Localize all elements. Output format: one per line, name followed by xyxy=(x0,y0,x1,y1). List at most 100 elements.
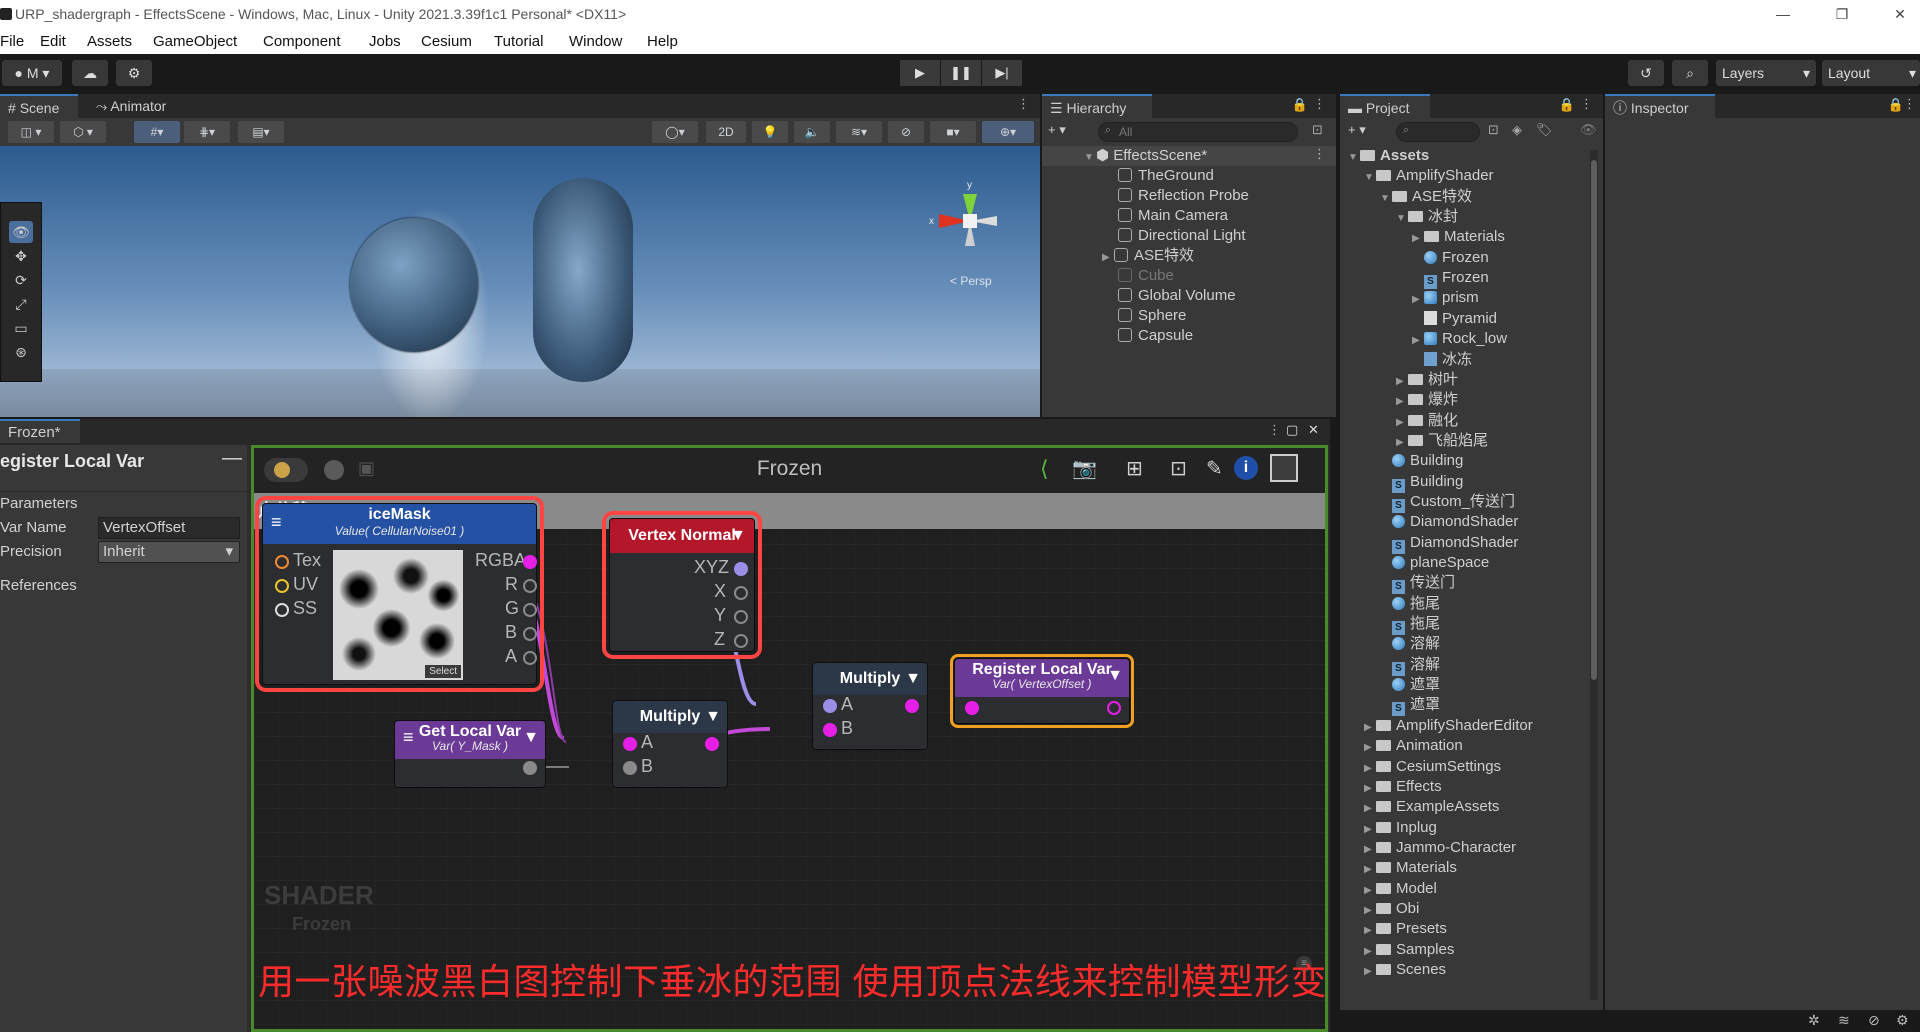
project-item[interactable]: ▶ Obi xyxy=(1364,899,1419,919)
frozen-capsule[interactable] xyxy=(533,178,633,382)
more-menu-icon[interactable]: ⋮ xyxy=(1313,146,1326,162)
menu-jobs[interactable]: Jobs xyxy=(369,29,401,54)
project-item[interactable]: ▶ Materials xyxy=(1364,858,1457,878)
filter-type-icon[interactable]: ◈ xyxy=(1512,122,1522,138)
project-item[interactable]: ▶ Effects xyxy=(1364,777,1442,797)
project-item[interactable]: 遮罩 xyxy=(1380,675,1440,695)
chevron-right-icon[interactable]: ▶ xyxy=(1364,901,1376,921)
project-item[interactable]: S 传送门 xyxy=(1380,573,1455,595)
tab-hierarchy[interactable]: ☰ Hierarchy xyxy=(1042,94,1152,118)
select-texture-button[interactable]: Select xyxy=(425,665,461,678)
lighting-toggle[interactable]: 💡 xyxy=(752,121,788,143)
port-uv[interactable] xyxy=(275,579,289,593)
more-menu-icon[interactable]: ⋮ xyxy=(1580,96,1593,112)
project-item[interactable]: ▶ Materials xyxy=(1412,227,1505,247)
menu-help[interactable]: Help xyxy=(647,29,678,54)
project-item[interactable]: ▶ Rock_low xyxy=(1412,329,1507,349)
pause-button[interactable]: ❚❚ xyxy=(941,60,981,86)
hierarchy-item[interactable]: Reflection Probe xyxy=(1118,186,1249,206)
project-item[interactable]: S DiamondShader xyxy=(1380,533,1518,554)
effects-toggle[interactable]: ≋▾ xyxy=(836,121,882,143)
chevron-right-icon[interactable]: ▶ xyxy=(1396,392,1408,412)
port-out[interactable] xyxy=(1107,701,1121,715)
tab-frozen[interactable]: Frozen* xyxy=(0,419,80,443)
menu-edit[interactable]: Edit xyxy=(40,29,66,54)
texture-preview[interactable]: Select xyxy=(333,550,463,680)
render-path-button[interactable]: ◯▾ xyxy=(652,121,698,143)
hierarchy-item[interactable]: Main Camera xyxy=(1118,206,1228,226)
project-item[interactable]: ▶ Presets xyxy=(1364,919,1447,939)
project-item[interactable]: ▶ Scenes xyxy=(1364,960,1446,980)
chevron-right-icon[interactable]: ▶ xyxy=(1364,779,1376,799)
view-tool-icon[interactable]: 👁 xyxy=(9,221,33,243)
node-icemask[interactable]: ≡ iceMask Value( CellularNoise01 ) Tex U… xyxy=(255,496,544,692)
project-item[interactable]: ▶ 树叶 xyxy=(1396,370,1458,390)
menu-file[interactable]: File xyxy=(0,29,24,54)
mode-2d-button[interactable]: 2D xyxy=(706,121,746,143)
chevron-right-icon[interactable]: ▶ xyxy=(1364,942,1376,962)
port-a[interactable] xyxy=(823,699,837,713)
project-item[interactable]: S Frozen xyxy=(1412,268,1489,290)
filter-label-icon[interactable]: 🏷 xyxy=(1536,122,1553,138)
hierarchy-item[interactable]: Directional Light xyxy=(1118,226,1246,246)
hierarchy-item[interactable]: Global Volume xyxy=(1118,286,1236,306)
hierarchy-item[interactable]: Capsule xyxy=(1118,326,1193,346)
lock-icon[interactable]: 🔒 xyxy=(1292,97,1308,113)
port-g[interactable] xyxy=(523,603,537,617)
lock-icon[interactable]: 🔒 xyxy=(1888,97,1904,113)
chevron-down-icon[interactable]: ▼ xyxy=(523,729,539,747)
more-menu-icon[interactable]: ⋮ xyxy=(1903,96,1916,112)
chevron-down-icon[interactable]: ▼ xyxy=(1396,209,1408,229)
maximize-button[interactable]: ❐ xyxy=(1822,0,1862,29)
shader-graph-canvas[interactable]: ▣ Frozen ⟨ 📷 ⊞ ⊡ ✎ i 点偏移 ≡ iceMask Value… xyxy=(251,445,1328,1032)
hidden-toggle[interactable]: ⊘ xyxy=(888,121,924,143)
collapse-panel-icon[interactable]: — xyxy=(222,447,242,470)
rect-tool-icon[interactable]: ▭ xyxy=(9,317,33,339)
node-multiply-2[interactable]: Multiply ▼ A B xyxy=(812,662,928,750)
history-button[interactable]: ↺ xyxy=(1628,60,1664,86)
chevron-down-icon[interactable]: ▼ xyxy=(1107,667,1123,685)
port-out[interactable] xyxy=(523,761,537,775)
more-menu-icon[interactable]: ⋮ xyxy=(1017,96,1030,112)
port-ss[interactable] xyxy=(275,603,289,617)
layers-dropdown[interactable]: Layers ▾ xyxy=(1716,60,1816,86)
port-out[interactable] xyxy=(905,699,919,713)
project-item[interactable]: ▶ ExampleAssets xyxy=(1364,797,1499,817)
lighting-status-icon[interactable]: ⊘ xyxy=(1868,1012,1880,1029)
project-item[interactable]: 冰冻 xyxy=(1412,350,1472,370)
project-item[interactable]: S 溶解 xyxy=(1380,655,1440,676)
tab-animator[interactable]: ⤳ Animator xyxy=(88,94,188,118)
chevron-down-icon[interactable]: ▼ xyxy=(705,701,721,733)
node-get-local-var[interactable]: ≡ Get Local Var Var( Y_Mask ) ▼ xyxy=(394,720,546,788)
project-item[interactable]: ▶ Animation xyxy=(1364,736,1463,756)
project-item[interactable]: 溶解 xyxy=(1380,634,1440,654)
port-in[interactable] xyxy=(965,701,979,715)
project-item[interactable]: S 拖尾 xyxy=(1380,614,1440,636)
menu-component[interactable]: Component xyxy=(263,29,341,54)
menu-cesium[interactable]: Cesium xyxy=(421,29,472,54)
chevron-right-icon[interactable]: ▶ xyxy=(1364,881,1376,901)
object-mode-button[interactable]: ⬡ ▾ xyxy=(60,121,106,143)
hamburger-icon[interactable]: ≡ xyxy=(271,512,282,533)
chevron-right-icon[interactable]: ▶ xyxy=(1364,738,1376,758)
close-panel-icon[interactable]: ✕ xyxy=(1308,422,1319,438)
menu-window[interactable]: Window xyxy=(569,29,622,54)
port-b[interactable] xyxy=(623,761,637,775)
port-tex[interactable] xyxy=(275,555,289,569)
project-item[interactable]: ▼ ASE特效 xyxy=(1380,187,1472,207)
collab-button[interactable]: ⚙ xyxy=(116,60,152,86)
search-button[interactable]: ⌕ xyxy=(1672,60,1708,86)
menu-assets[interactable]: Assets xyxy=(87,29,132,54)
chevron-down-icon[interactable]: ▼ xyxy=(1380,189,1392,209)
chevron-down-icon[interactable]: ▼ xyxy=(730,519,746,553)
chevron-right-icon[interactable]: ▶ xyxy=(1364,840,1376,860)
project-search-input[interactable]: ⌕ xyxy=(1396,122,1480,142)
port-b[interactable] xyxy=(823,723,837,737)
hierarchy-item[interactable]: TheGround xyxy=(1118,166,1214,186)
orientation-gizmo[interactable]: y x xyxy=(925,166,1015,276)
project-item[interactable]: ▼ AmplifyShader xyxy=(1364,166,1494,186)
port-y[interactable] xyxy=(734,610,748,624)
port-z[interactable] xyxy=(734,634,748,648)
scale-tool-icon[interactable]: ⤢ xyxy=(9,293,33,315)
node-header[interactable]: Multiply ▼ xyxy=(813,663,927,695)
